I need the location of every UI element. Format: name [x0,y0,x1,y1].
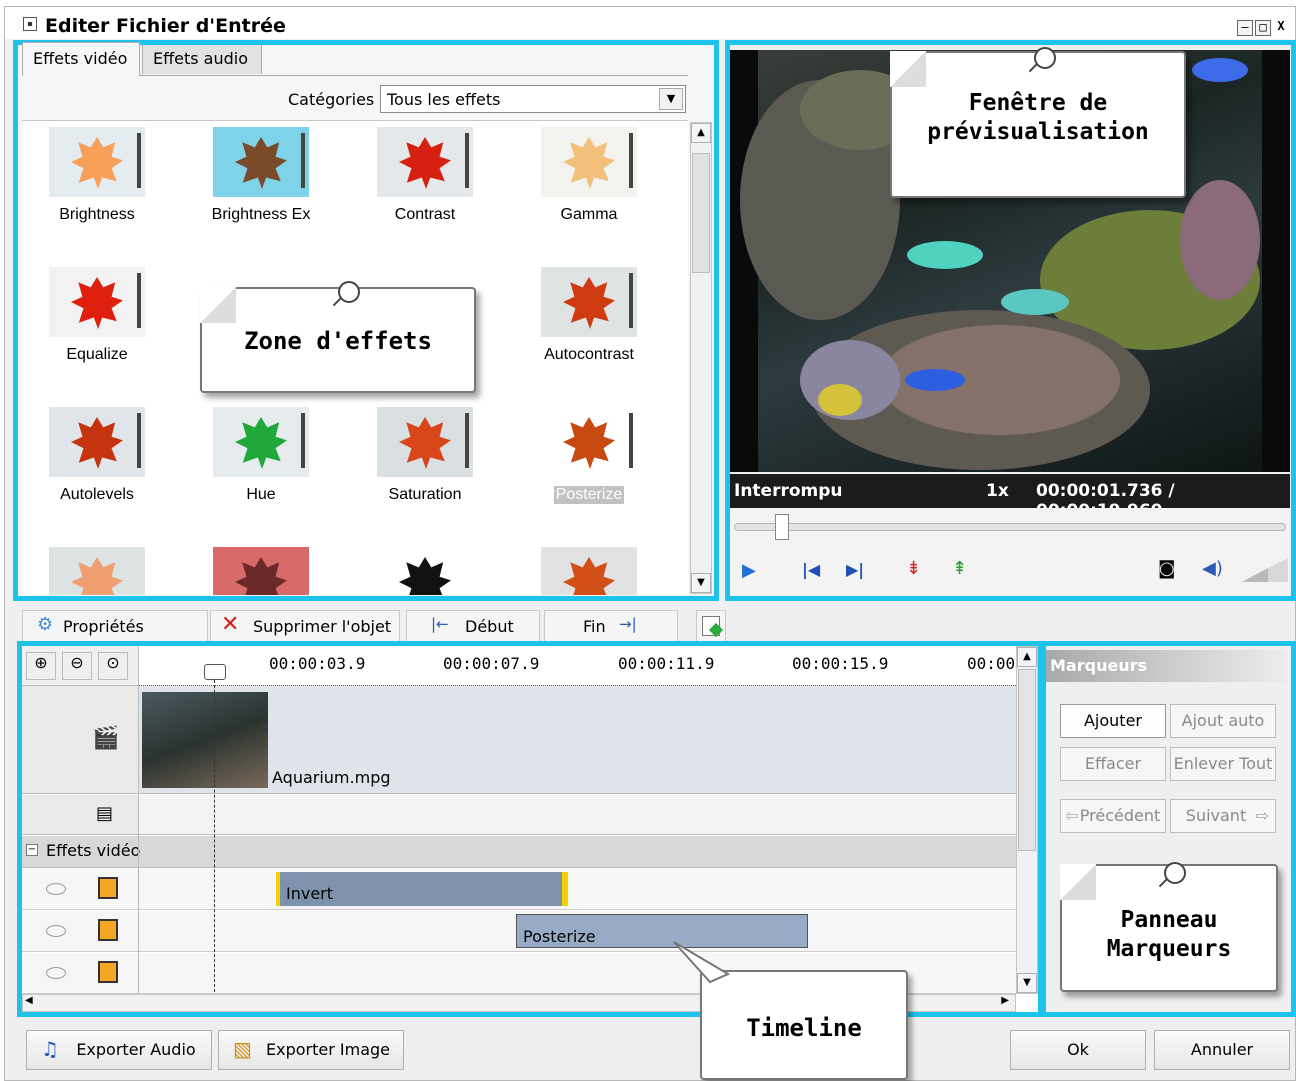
export-audio-icon: ♫ [41,1037,59,1061]
export-audio-button[interactable]: ♫ Exporter Audio [26,1030,212,1070]
markers-highlight [1041,641,1296,1017]
delete-object-button[interactable]: ✕ Supprimer l'objet [210,610,400,642]
tab-video-effects[interactable]: Effets vidéo [22,42,140,76]
properties-button[interactable]: ⚙ Propriétés [22,610,208,642]
start-label: Début [465,617,514,636]
export-image-icon: ▧ [233,1037,252,1061]
timeline-callout: Timeline [700,970,908,1080]
export-image-label: Exporter Image [266,1040,390,1059]
timeline-callout-text: Timeline [746,1014,862,1042]
window-menu-icon[interactable] [23,17,37,31]
add-effect-button[interactable] [696,610,726,642]
effects-zone-highlight [13,40,719,601]
properties-label: Propriétés [63,617,144,636]
export-audio-label: Exporter Audio [76,1040,196,1059]
end-marker-icon: →| [619,615,637,633]
gear-icon: ⚙ [37,614,54,635]
start-button[interactable]: |← Début [406,610,540,642]
start-marker-icon: |← [431,615,449,633]
ok-button[interactable]: Ok [1010,1030,1146,1070]
export-image-button[interactable]: ▧ Exporter Image [218,1030,404,1070]
window-title: Editer Fichier d'Entrée [45,15,286,37]
close-icon: ✕ [221,612,240,637]
end-label: Fin [583,617,606,636]
timeline-highlight [17,641,1043,1017]
delete-object-label: Supprimer l'objet [253,617,392,636]
title-bar: Editer Fichier d'Entrée – □ X [5,7,1295,39]
minimize-button[interactable]: – [1237,20,1253,36]
maximize-button[interactable]: □ [1255,20,1271,36]
close-button[interactable]: X [1273,20,1289,36]
end-button[interactable]: Fin →| [544,610,678,642]
preview-highlight [725,40,1296,601]
callout-pointer [673,941,730,984]
edit-toolbar: ⚙ Propriétés ✕ Supprimer l'objet |← Débu… [14,608,1294,644]
cancel-button[interactable]: Annuler [1154,1030,1290,1070]
